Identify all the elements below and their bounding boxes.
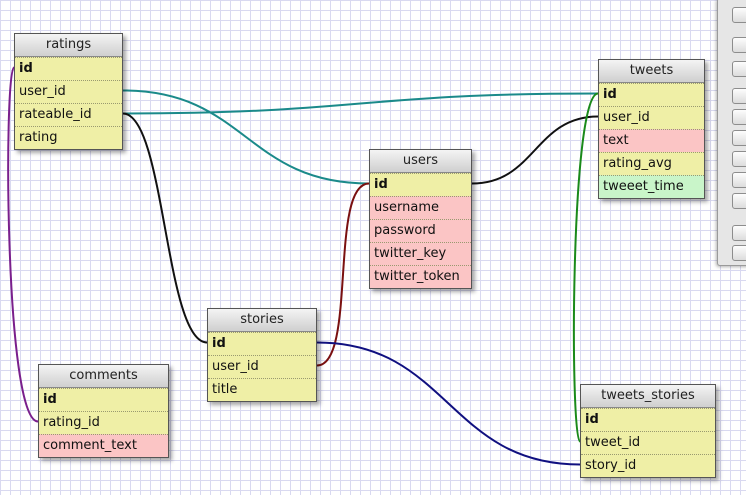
field-rating-avg[interactable]: rating_avg — [599, 152, 704, 175]
field-text[interactable]: text — [599, 129, 704, 152]
field-id[interactable]: id — [581, 408, 715, 431]
table-title[interactable]: stories — [208, 309, 316, 332]
field-id[interactable]: id — [370, 173, 471, 196]
table-users[interactable]: users id username password twitter_key twitt… — [369, 149, 472, 289]
field-id[interactable]: id — [208, 332, 316, 355]
field-user-id[interactable]: user_id — [208, 355, 316, 378]
field-comment-text[interactable]: comment_text — [39, 434, 168, 457]
table-title[interactable]: comments — [39, 365, 168, 388]
toolbar-button[interactable] — [732, 151, 746, 167]
field-username[interactable]: username — [370, 196, 471, 219]
field-story-id[interactable]: story_id — [581, 454, 715, 477]
field-user-id[interactable]: user_id — [15, 80, 122, 103]
field-rating[interactable]: rating — [15, 126, 122, 149]
schema-canvas[interactable]: ratings id user_id rateable_id rating tweet… — [0, 0, 746, 495]
side-toolbar — [717, 0, 746, 266]
toolbar-button[interactable] — [732, 88, 746, 104]
field-twitter-key[interactable]: twitter_key — [370, 242, 471, 265]
table-title[interactable]: tweets_stories — [581, 385, 715, 408]
field-id[interactable]: id — [599, 83, 704, 106]
toolbar-button[interactable] — [732, 61, 746, 77]
toolbar-button[interactable] — [732, 245, 746, 261]
field-title[interactable]: title — [208, 378, 316, 401]
toolbar-button[interactable] — [732, 172, 746, 188]
table-comments[interactable]: comments id rating_id comment_text — [38, 364, 169, 458]
relation-ratings-user-id-to-users-id — [122, 89, 370, 185]
toolbar-button[interactable] — [732, 37, 746, 53]
toolbar-button[interactable] — [732, 130, 746, 146]
toolbar-button[interactable] — [732, 193, 746, 209]
table-title[interactable]: ratings — [15, 34, 122, 57]
table-title[interactable]: users — [370, 150, 471, 173]
toolbar-button[interactable] — [732, 7, 746, 23]
toolbar-button[interactable] — [732, 225, 746, 241]
field-rating-id[interactable]: rating_id — [39, 411, 168, 434]
field-id[interactable]: id — [39, 388, 168, 411]
field-twitter-token[interactable]: twitter_token — [370, 265, 471, 288]
field-user-id[interactable]: user_id — [599, 106, 704, 129]
relation-ratings-rateable-id-to-stories-id — [122, 112, 208, 344]
field-tweet-id[interactable]: tweet_id — [581, 431, 715, 454]
relation-stories-id-to-tweets-stories-story-id — [316, 341, 581, 466]
relation-users-id-to-stories-user-id — [316, 182, 370, 367]
table-tweets-stories[interactable]: tweets_stories id tweet_id story_id — [580, 384, 716, 478]
toolbar-button[interactable] — [732, 109, 746, 125]
table-ratings[interactable]: ratings id user_id rateable_id rating — [14, 33, 123, 150]
field-rateable-id[interactable]: rateable_id — [15, 103, 122, 126]
table-title[interactable]: tweets — [599, 60, 704, 83]
table-tweets[interactable]: tweets id user_id text rating_avg tweeet_tim… — [598, 59, 705, 199]
table-stories[interactable]: stories id user_id title — [207, 308, 317, 402]
field-password[interactable]: password — [370, 219, 471, 242]
field-tweeet-time[interactable]: tweeet_time — [599, 175, 704, 198]
field-id[interactable]: id — [15, 57, 122, 80]
